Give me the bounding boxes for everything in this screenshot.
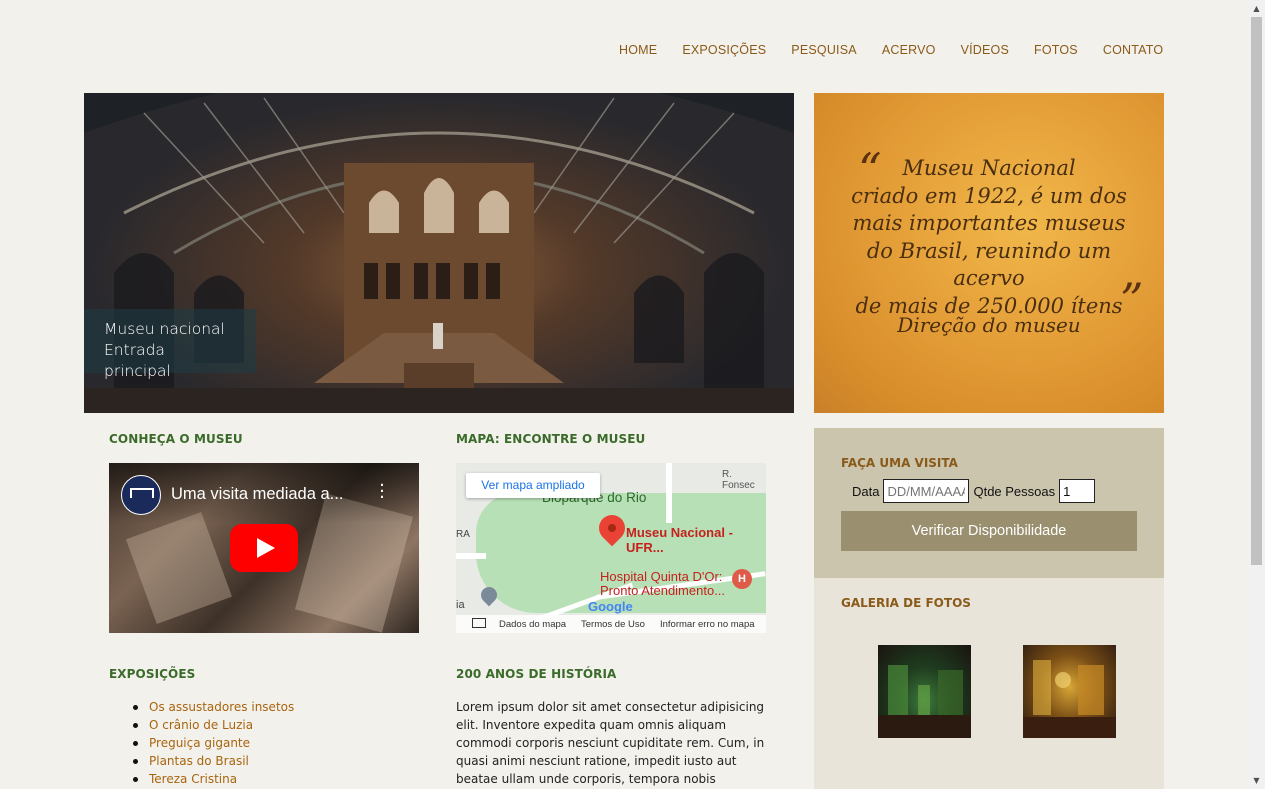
exhibition-link[interactable]: Tereza Cristina <box>133 770 294 788</box>
gallery-photo[interactable] <box>1023 645 1116 738</box>
quote-line: mais importantes museus <box>852 211 1126 235</box>
date-label: Data <box>852 483 880 499</box>
youtube-play-icon[interactable] <box>230 524 298 572</box>
people-input[interactable] <box>1059 479 1096 503</box>
map-side-label: ia <box>456 599 465 611</box>
street-label: R. Fonsec <box>722 469 755 491</box>
quote-text: Museu Nacional criado em 1922, é um dos … <box>834 155 1144 320</box>
quote-panel: “ Museu Nacional criado em 1922, é um do… <box>814 93 1164 413</box>
hospital-label: Pronto Atendimento... <box>600 583 726 598</box>
scrollbar-thumb[interactable] <box>1251 17 1262 565</box>
section-title-exposicoes: EXPOSIÇÕES <box>109 667 196 681</box>
nav-home[interactable]: HOME <box>619 43 657 57</box>
history-text: Lorem ipsum dolor sit amet consectetur a… <box>456 700 765 786</box>
nav-fotos[interactable]: FOTOS <box>1034 43 1078 57</box>
hero-caption: Museu nacional Entrada principal <box>84 309 256 380</box>
quote-line: Museu Nacional <box>902 156 1076 180</box>
nav-videos[interactable]: VÍDEOS <box>961 43 1009 57</box>
section-title-conheca: CONHEÇA O MUSEU <box>109 432 243 446</box>
page-scrollbar[interactable]: ▲ ▼ <box>1248 0 1265 789</box>
video-title[interactable]: Uma visita mediada a... <box>171 485 343 504</box>
channel-logo-icon[interactable] <box>121 475 161 515</box>
nav-contato[interactable]: CONTATO <box>1103 43 1163 57</box>
google-logo: Google <box>588 599 633 614</box>
gallery-title: GALERIA DE FOTOS <box>841 596 971 610</box>
map-data-link[interactable]: Dados do mapa <box>499 619 566 630</box>
map-report-link[interactable]: Informar erro no mapa <box>660 619 755 630</box>
visit-form: Data Qtde Pessoas <box>852 479 1096 503</box>
nav-acervo[interactable]: ACERVO <box>882 43 936 57</box>
hero-caption-title: Museu nacional <box>104 320 225 338</box>
gallery-photo[interactable] <box>878 645 971 738</box>
hospital-icon[interactable]: H <box>732 569 752 589</box>
exhibition-link[interactable]: Os assustadores insetos <box>133 698 294 716</box>
visit-form-panel: FAÇA UMA VISITA Data Qtde Pessoas Verifi… <box>814 428 1164 578</box>
visit-title: FAÇA UMA VISITA <box>841 456 958 470</box>
gallery-panel: GALERIA DE FOTOS <box>814 578 1164 789</box>
section-title-mapa: MAPA: ENCONTRE O MUSEU <box>456 432 646 446</box>
scroll-down-icon[interactable]: ▼ <box>1248 772 1265 789</box>
main-nav: HOME EXPOSIÇÕES PESQUISA ACERVO VÍDEOS F… <box>619 43 1188 57</box>
map-footer: Dados do mapa Termos de Uso Informar err… <box>456 615 766 633</box>
museum-label[interactable]: Museu Nacional - UFR... <box>626 525 766 555</box>
quote-line: do Brasil, reunindo um acervo <box>866 238 1112 291</box>
nav-pesquisa[interactable]: PESQUISA <box>791 43 857 57</box>
youtube-video-embed[interactable]: Uma visita mediada a... · · · <box>109 463 419 633</box>
section-title-historia: 200 ANOS DE HISTÓRIA <box>456 667 617 681</box>
quote-line: criado em 1922, é um dos <box>851 183 1127 208</box>
date-input[interactable] <box>883 479 970 503</box>
google-map-embed[interactable]: Bioparque do Rio R. Fonsec RA ia Museu N… <box>456 463 766 633</box>
exhibition-link[interactable]: O crânio de Luzia <box>133 716 294 734</box>
exhibition-link[interactable]: Preguiça gigante <box>133 734 294 752</box>
people-label: Qtde Pessoas <box>973 483 1056 499</box>
view-larger-map-link[interactable]: Ver mapa ampliado <box>466 473 600 498</box>
hero-image: Museu nacional Entrada principal <box>84 93 794 413</box>
map-side-label: RA <box>456 529 470 540</box>
exhibition-link[interactable]: Plantas do Brasil <box>133 752 294 770</box>
scroll-up-icon[interactable]: ▲ <box>1248 0 1265 17</box>
hospital-label: Hospital Quinta D'Or: <box>600 569 723 584</box>
more-options-icon[interactable]: · · · <box>379 477 385 507</box>
hero-caption-subtitle: Entrada principal <box>104 341 171 380</box>
quote-author: Direção do museu <box>897 313 1081 337</box>
check-availability-button[interactable]: Verificar Disponibilidade <box>841 511 1137 551</box>
nav-exposicoes[interactable]: EXPOSIÇÕES <box>682 43 766 57</box>
map-terms-link[interactable]: Termos de Uso <box>581 619 645 630</box>
exhibitions-list: Os assustadores insetos O crânio de Luzi… <box>133 698 294 788</box>
keyboard-icon[interactable] <box>472 618 486 628</box>
